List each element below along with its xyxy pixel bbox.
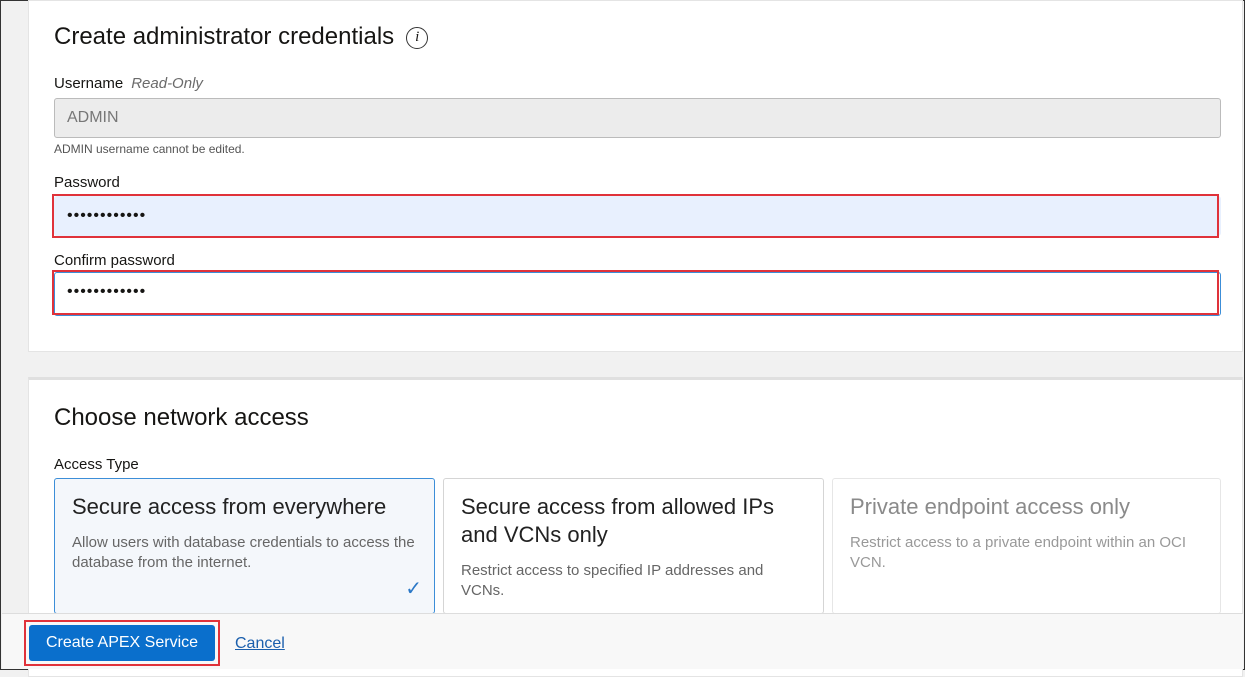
confirm-password-highlight [52,270,1219,315]
credentials-section: Create administrator credentials i Userna… [28,0,1243,352]
option-secure-everywhere[interactable]: Secure access from everywhere Allow user… [54,478,435,614]
read-only-badge: Read-Only [131,75,203,92]
username-field: ADMIN [54,98,1221,138]
section-title: Choose network access [54,404,309,431]
password-label: Password [54,174,120,191]
info-icon[interactable]: i [406,27,429,49]
section-title: Create administrator credentials i [54,23,429,51]
password-highlight [52,194,1219,238]
username-label: Username Read-Only [54,75,203,92]
checkmark-icon: ✓ [405,578,422,600]
option-private-endpoint: Private endpoint access only Restrict ac… [832,478,1221,614]
confirm-password-label: Confirm password [54,252,175,269]
footer: Create APEX Service Cancel [2,613,1243,669]
create-button-highlight [24,620,220,666]
username-hint: ADMIN username cannot be edited. [54,142,245,156]
access-type-label: Access Type [54,456,139,473]
cancel-link[interactable]: Cancel [235,635,285,653]
option-allowed-ips[interactable]: Secure access from allowed IPs and VCNs … [443,478,824,614]
